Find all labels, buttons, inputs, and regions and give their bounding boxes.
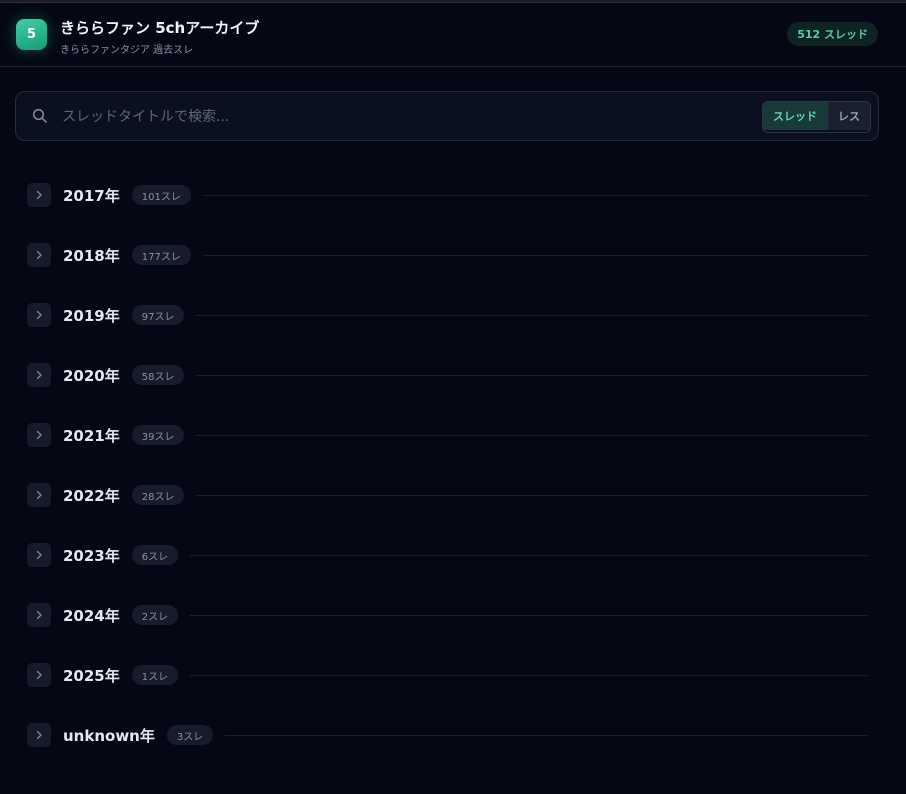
divider (202, 194, 867, 196)
expand-button[interactable] (27, 243, 51, 267)
year-label: 2021年 (63, 426, 120, 445)
divider (196, 314, 867, 316)
year-row-2017[interactable]: 2017年 101スレ (27, 183, 867, 243)
chevron-right-icon (36, 430, 42, 440)
year-label: 2017年 (63, 186, 120, 205)
year-row-2022[interactable]: 2022年 28スレ (27, 483, 867, 543)
year-label: 2022年 (63, 486, 120, 505)
expand-button[interactable] (27, 723, 51, 747)
year-list: 2017年 101スレ 2018年 177スレ 2019年 97スレ 2020年 (27, 183, 867, 783)
divider (190, 554, 867, 556)
chevron-right-icon (36, 670, 42, 680)
expand-button[interactable] (27, 303, 51, 327)
chevron-right-icon (36, 490, 42, 500)
year-label: 2024年 (63, 606, 120, 625)
expand-button[interactable] (27, 543, 51, 567)
chevron-right-icon (36, 370, 42, 380)
thread-count-badge: 177スレ (131, 245, 191, 265)
year-row-2019[interactable]: 2019年 97スレ (27, 303, 867, 363)
chevron-right-icon (36, 730, 42, 740)
thread-count-badge: 97スレ (131, 305, 185, 325)
search-bar: スレッド レス (15, 91, 879, 141)
year-label: 2025年 (63, 666, 120, 685)
divider (225, 734, 867, 736)
divider (196, 374, 867, 376)
year-label: 2018年 (63, 246, 120, 265)
year-row-2020[interactable]: 2020年 58スレ (27, 363, 867, 423)
year-label: 2020年 (63, 366, 120, 385)
mode-thread-button[interactable]: スレッド (763, 102, 827, 130)
chevron-right-icon (36, 190, 42, 200)
app-logo-text: 5 (26, 27, 37, 42)
divider (190, 614, 867, 616)
app-subtitle: きららファンタジア 過去スレ (60, 45, 194, 56)
year-row-2018[interactable]: 2018年 177スレ (27, 243, 867, 303)
year-label: unknown年 (63, 726, 155, 745)
thread-count-badge: 101スレ (131, 185, 191, 205)
year-row-2021[interactable]: 2021年 39スレ (27, 423, 867, 483)
search-mode-toggle: スレッド レス (762, 101, 871, 133)
divider (196, 494, 867, 496)
divider (202, 254, 867, 256)
app-title: きららファン 5chアーカイブ (60, 19, 260, 37)
thread-count-badge: 512 スレッド (787, 22, 878, 46)
thread-count-badge: 58スレ (131, 365, 185, 385)
thread-count-badge: 28スレ (131, 485, 185, 505)
app-logo: 5 (16, 19, 47, 50)
thread-count-badge: 1スレ (131, 665, 179, 685)
chevron-right-icon (36, 610, 42, 620)
year-row-unknown[interactable]: unknown年 3スレ (27, 723, 867, 783)
expand-button[interactable] (27, 663, 51, 687)
mode-reply-button[interactable]: レス (827, 102, 870, 130)
search-input[interactable] (60, 104, 744, 130)
year-row-2024[interactable]: 2024年 2スレ (27, 603, 867, 663)
divider (190, 674, 867, 676)
thread-count-badge: 39スレ (131, 425, 185, 445)
thread-count-badge: 3スレ (166, 725, 214, 745)
expand-button[interactable] (27, 603, 51, 627)
chevron-right-icon (36, 310, 42, 320)
year-row-2025[interactable]: 2025年 1スレ (27, 663, 867, 723)
expand-button[interactable] (27, 363, 51, 387)
app-header: 5 きららファン 5chアーカイブ きららファンタジア 過去スレ 512 スレッ… (0, 3, 906, 67)
search-icon (32, 108, 47, 123)
expand-button[interactable] (27, 483, 51, 507)
expand-button[interactable] (27, 423, 51, 447)
expand-button[interactable] (27, 183, 51, 207)
thread-count-badge: 2スレ (131, 605, 179, 625)
divider (196, 434, 867, 436)
year-row-2023[interactable]: 2023年 6スレ (27, 543, 867, 603)
year-label: 2023年 (63, 546, 120, 565)
year-label: 2019年 (63, 306, 120, 325)
thread-count-badge: 6スレ (131, 545, 179, 565)
chevron-right-icon (36, 550, 42, 560)
chevron-right-icon (36, 250, 42, 260)
